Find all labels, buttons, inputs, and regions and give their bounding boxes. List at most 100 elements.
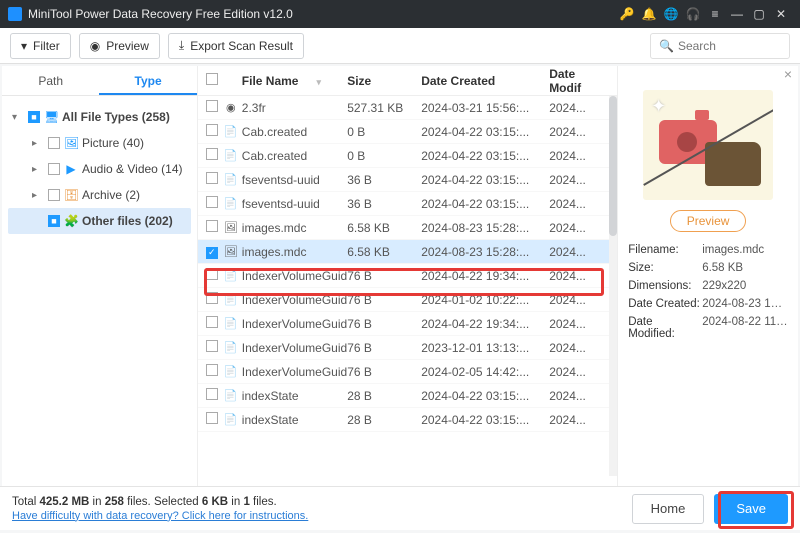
checkbox[interactable] [48, 163, 60, 175]
file-modified: 2024... [549, 197, 609, 211]
file-icon: 📄 [224, 341, 238, 354]
checkbox[interactable] [206, 316, 218, 328]
sort-caret-icon: ▾ [316, 77, 321, 87]
key-icon[interactable]: 🔑 [616, 7, 638, 21]
checkbox[interactable] [206, 388, 218, 400]
preview-thumbnail: ✦ [643, 90, 773, 200]
header-modified[interactable]: Date Modif [549, 67, 609, 95]
checkbox[interactable] [206, 172, 218, 184]
search-input[interactable] [678, 39, 778, 53]
save-button[interactable]: Save [714, 494, 788, 524]
list-header: File Name▾ Size Date Created Date Modif [198, 66, 617, 96]
main: Path Type ▾ ■ 🖥 All File Types (258) ▸ 🖼 P… [2, 66, 798, 486]
search-box[interactable]: 🔍 [650, 33, 790, 59]
checkbox[interactable] [48, 189, 60, 201]
checkbox[interactable]: ■ [28, 111, 40, 123]
checkbox-all[interactable] [206, 73, 218, 85]
checkbox[interactable] [206, 148, 218, 160]
table-row[interactable]: 📄IndexerVolumeGuid76 B2024-04-22 19:34:.… [198, 312, 617, 336]
scrollbar[interactable] [609, 96, 617, 476]
table-row[interactable]: 📄Cab.created0 B2024-04-22 03:15:...2024.… [198, 120, 617, 144]
category-icon: 🖼 [64, 136, 78, 150]
tree-item-label: Picture (40) [82, 136, 144, 150]
maximize-icon[interactable]: ▢ [748, 7, 770, 21]
table-row[interactable]: 📄fseventsd-uuid36 B2024-04-22 03:15:...2… [198, 192, 617, 216]
checkbox[interactable] [206, 268, 218, 280]
category-icon: 🗄 [64, 188, 78, 202]
file-size: 6.58 KB [347, 221, 421, 235]
export-button[interactable]: ⤓Export Scan Result [168, 33, 304, 59]
checkbox[interactable]: ✓ [206, 247, 218, 259]
file-name: IndexerVolumeGuid [242, 293, 347, 307]
checkbox[interactable] [206, 412, 218, 424]
minimize-icon[interactable]: — [726, 7, 748, 21]
file-icon: 📄 [224, 269, 238, 282]
checkbox[interactable] [206, 196, 218, 208]
table-row[interactable]: 📄indexState28 B2024-04-22 03:15:...2024.… [198, 408, 617, 432]
file-name: IndexerVolumeGuid [242, 269, 347, 283]
tab-path[interactable]: Path [2, 66, 99, 95]
checkbox[interactable] [206, 340, 218, 352]
checkbox[interactable] [206, 100, 218, 112]
file-created: 2024-04-22 19:34:... [421, 269, 549, 283]
menu-icon[interactable]: ≡ [704, 7, 726, 21]
file-name: fseventsd-uuid [242, 197, 347, 211]
file-icon: 📄 [224, 197, 238, 210]
table-row[interactable]: ✓🖼images.mdc6.58 KB2024-08-23 15:28:...2… [198, 240, 617, 264]
table-row[interactable]: 📄IndexerVolumeGuid76 B2024-04-22 19:34:.… [198, 264, 617, 288]
file-created: 2024-04-22 03:15:... [421, 173, 549, 187]
file-name: fseventsd-uuid [242, 173, 347, 187]
caret-right-icon[interactable]: ▸ [32, 164, 44, 175]
tree-item[interactable]: ▸🗄Archive (2) [8, 182, 191, 208]
filter-button[interactable]: ▾Filter [10, 33, 71, 59]
filter-icon: ▾ [21, 39, 27, 53]
close-icon[interactable]: ✕ [770, 7, 792, 21]
file-size: 76 B [347, 317, 421, 331]
help-link[interactable]: Have difficulty with data recovery? Clic… [12, 510, 308, 522]
footer-stats: Total 425.2 MB in 258 files. Selected 6 … [12, 496, 308, 508]
file-name: images.mdc [242, 245, 347, 259]
headset-icon[interactable]: 🎧 [682, 7, 704, 21]
caret-right-icon[interactable]: ▸ [32, 138, 44, 149]
checkbox[interactable] [206, 364, 218, 376]
table-row[interactable]: 📄indexState28 B2024-04-22 03:15:...2024.… [198, 384, 617, 408]
meta-created-val: 2024-08-23 15:28:29 [702, 298, 788, 310]
checkbox[interactable] [48, 137, 60, 149]
table-row[interactable]: 📄IndexerVolumeGuid76 B2024-01-02 10:22:.… [198, 288, 617, 312]
file-created: 2024-01-02 10:22:... [421, 293, 549, 307]
close-preview-icon[interactable]: × [784, 66, 792, 82]
table-row[interactable]: ◉2.3fr527.31 KB2024-03-21 15:56:...2024.… [198, 96, 617, 120]
caret-right-icon[interactable]: ▸ [32, 190, 44, 201]
table-row[interactable]: 📄IndexerVolumeGuid76 B2023-12-01 13:13:.… [198, 336, 617, 360]
checkbox[interactable] [206, 220, 218, 232]
globe-icon[interactable]: 🌐 [660, 7, 682, 21]
tree-item[interactable]: ■🧩Other files (202) [8, 208, 191, 234]
checkbox[interactable] [206, 124, 218, 136]
preview-pane: × ✦ Preview Filename:images.mdc Size:6.5… [618, 66, 798, 486]
file-created: 2024-03-21 15:56:... [421, 101, 549, 115]
table-row[interactable]: 🖼images.mdc6.58 KB2024-08-23 15:28:...20… [198, 216, 617, 240]
preview-file-button[interactable]: Preview [670, 210, 747, 232]
preview-button[interactable]: ◉Preview [79, 33, 160, 59]
file-created: 2024-08-23 15:28:... [421, 245, 549, 259]
left-pane: Path Type ▾ ■ 🖥 All File Types (258) ▸ 🖼 P… [2, 66, 198, 486]
checkbox[interactable]: ■ [48, 215, 60, 227]
home-button[interactable]: Home [632, 494, 705, 524]
tab-type[interactable]: Type [99, 66, 196, 95]
bell-icon[interactable]: 🔔 [638, 7, 660, 21]
tree-root[interactable]: ▾ ■ 🖥 All File Types (258) [8, 104, 191, 130]
preview-label: Preview [106, 39, 149, 53]
header-size[interactable]: Size [347, 74, 421, 88]
tree-item-label: Other files (202) [82, 214, 173, 228]
tree-item[interactable]: ▸▶Audio & Video (14) [8, 156, 191, 182]
header-created[interactable]: Date Created [421, 74, 549, 88]
checkbox[interactable] [206, 292, 218, 304]
file-size: 28 B [347, 413, 421, 427]
caret-down-icon[interactable]: ▾ [12, 112, 24, 123]
table-row[interactable]: 📄fseventsd-uuid36 B2024-04-22 03:15:...2… [198, 168, 617, 192]
file-size: 36 B [347, 197, 421, 211]
header-name[interactable]: File Name▾ [242, 74, 347, 88]
table-row[interactable]: 📄Cab.created0 B2024-04-22 03:15:...2024.… [198, 144, 617, 168]
table-row[interactable]: 📄IndexerVolumeGuid76 B2024-02-05 14:42:.… [198, 360, 617, 384]
tree-item[interactable]: ▸ 🖼 Picture (40) [8, 130, 191, 156]
